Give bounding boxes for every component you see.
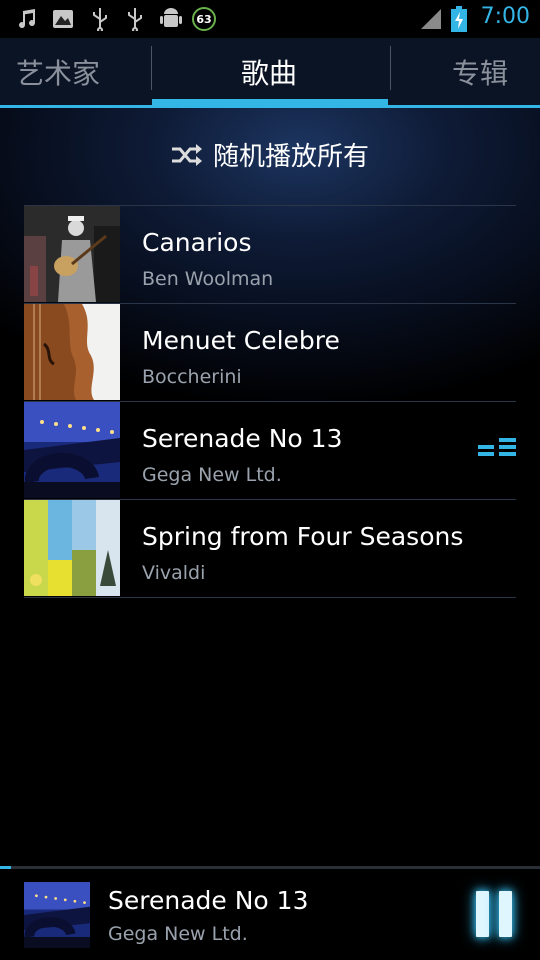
signal-icon xyxy=(418,6,444,32)
song-title: Menuet Celebre xyxy=(142,326,340,355)
now-playing-title: Serenade No 13 xyxy=(108,886,309,915)
list-item[interactable]: Menuet Celebre Boccherini xyxy=(24,303,516,401)
album-art-thumbnail xyxy=(24,206,120,302)
song-list: Canarios Ben Woolman Menuet Celebre Bocc… xyxy=(24,205,516,598)
now-playing-artist: Gega New Ltd. xyxy=(108,923,248,945)
now-playing-bar[interactable]: Serenade No 13 Gega New Ltd. xyxy=(0,866,540,960)
pause-icon xyxy=(476,891,489,937)
usb-icon xyxy=(125,6,145,32)
shuffle-all-label: 随机播放所有 xyxy=(212,142,369,172)
playback-progress-track xyxy=(0,866,540,869)
song-list-panel: 随机播放所有 Canarios Ben Woolman Menuet Celeb… xyxy=(0,108,540,866)
pause-icon xyxy=(499,891,512,937)
android-debug-icon xyxy=(158,6,184,32)
status-clock: 7:00 xyxy=(480,4,530,29)
battery-level-badge: 63 xyxy=(192,7,216,31)
song-artist: Ben Woolman xyxy=(142,268,274,290)
list-item[interactable]: Serenade No 13 Gega New Ltd. xyxy=(24,401,516,499)
song-artist: Boccherini xyxy=(142,366,242,388)
album-art-thumbnail xyxy=(24,304,120,400)
list-item[interactable]: Spring from Four Seasons Vivaldi xyxy=(24,499,516,598)
tab-divider xyxy=(151,46,152,90)
shuffle-all-button[interactable]: 随机播放所有 xyxy=(0,136,540,173)
pause-button[interactable] xyxy=(466,884,522,944)
selected-tab-indicator xyxy=(152,99,388,108)
battery-charging-icon xyxy=(450,6,468,32)
song-title: Serenade No 13 xyxy=(142,424,343,453)
tab-bar: 艺术家 歌曲 专辑 xyxy=(0,38,540,108)
album-art-thumbnail xyxy=(24,402,120,498)
playback-progress-fill xyxy=(0,866,11,869)
status-bar: 63 7:00 xyxy=(0,0,540,38)
song-title: Canarios xyxy=(142,228,252,257)
now-playing-album-art xyxy=(24,882,90,948)
tab-artists[interactable]: 艺术家 xyxy=(16,38,100,105)
song-artist: Vivaldi xyxy=(142,562,206,584)
tab-albums[interactable]: 专辑 xyxy=(452,38,508,105)
shuffle-icon xyxy=(171,143,202,166)
gallery-icon xyxy=(50,6,76,32)
song-title: Spring from Four Seasons xyxy=(142,522,464,551)
tab-songs[interactable]: 歌曲 xyxy=(241,38,297,105)
tab-divider xyxy=(390,46,391,90)
usb-icon xyxy=(90,6,110,32)
album-art-thumbnail xyxy=(24,500,120,596)
now-playing-indicator-icon xyxy=(478,438,516,456)
music-note-icon xyxy=(14,6,40,32)
list-item[interactable]: Canarios Ben Woolman xyxy=(24,205,516,303)
song-artist: Gega New Ltd. xyxy=(142,464,282,486)
